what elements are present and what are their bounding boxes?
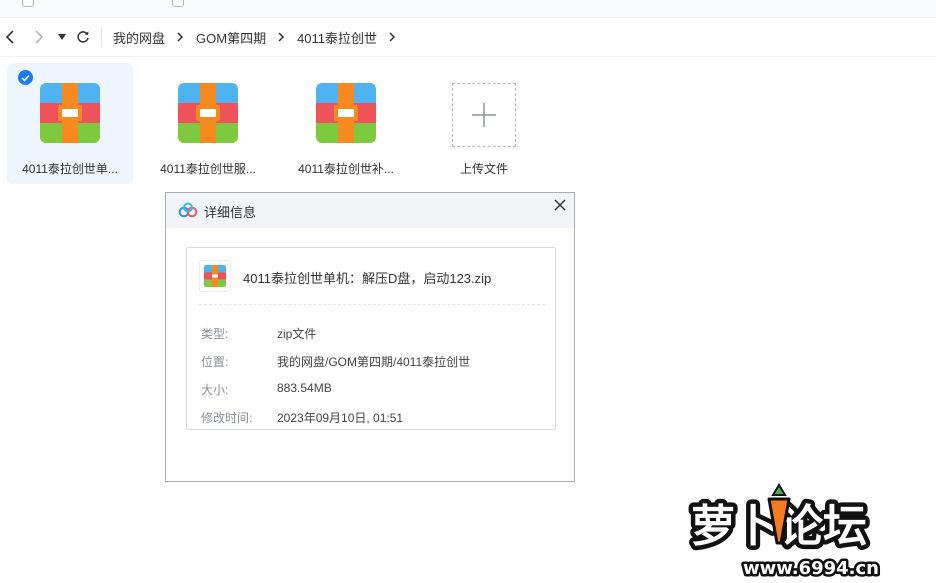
details-dialog: 详细信息 4011泰拉创世单机：解压D盘，启动123.zip 类型: zip文件	[165, 192, 575, 482]
dialog-title: 详细信息	[204, 205, 257, 220]
cloud-logo-icon	[178, 202, 198, 218]
plus-icon	[472, 103, 496, 127]
caret-down-icon	[58, 34, 66, 40]
divider	[199, 304, 545, 305]
breadcrumb-item-root[interactable]: 我的网盘	[113, 28, 165, 47]
file-name: 4011泰拉创世补...	[298, 162, 394, 176]
toolbar-icon-stub	[172, 0, 184, 7]
close-button[interactable]	[551, 196, 569, 214]
forward-button[interactable]	[29, 27, 49, 47]
upload-label: 上传文件	[459, 162, 508, 176]
breadcrumb: 我的网盘 GOM第四期 4011泰拉创世	[113, 28, 408, 46]
file-card[interactable]: 4011泰拉创世补...	[283, 63, 409, 184]
chevron-right-icon	[278, 32, 285, 42]
nav-divider	[101, 28, 102, 46]
file-thumbnail	[199, 260, 231, 292]
info-label: 修改时间:	[201, 411, 253, 425]
info-label: 位置:	[201, 355, 229, 369]
toolbar-icon-stub	[22, 0, 34, 7]
info-value: zip文件	[277, 327, 317, 341]
file-card[interactable]: 4011泰拉创世服...	[145, 63, 271, 184]
breadcrumb-item-folder[interactable]: GOM第四期	[196, 28, 266, 47]
archive-icon	[40, 83, 100, 143]
back-button[interactable]	[0, 27, 20, 47]
svg-text:www.6994.cn: www.6994.cn	[743, 558, 879, 579]
detail-filename: 4011泰拉创世单机：解压D盘，启动123.zip	[243, 271, 492, 286]
top-toolbar-strip	[0, 0, 936, 18]
info-value: 2023年09月10日, 01:51	[277, 411, 404, 425]
archive-icon	[178, 83, 238, 143]
refresh-button[interactable]	[73, 27, 93, 47]
info-label: 类型:	[201, 327, 229, 341]
archive-icon	[316, 83, 376, 143]
navigation-bar: 我的网盘 GOM第四期 4011泰拉创世	[0, 18, 936, 57]
chevron-left-icon	[5, 30, 14, 44]
breadcrumb-item-current[interactable]: 4011泰拉创世	[297, 28, 377, 47]
watermark-logo: 萝卜论坛 萝卜论坛 www.6994.cn www.6994.cn	[687, 483, 882, 581]
upload-button[interactable]	[452, 83, 516, 147]
chevron-right-icon	[389, 32, 396, 42]
details-panel: 4011泰拉创世单机：解压D盘，启动123.zip 类型: zip文件 位置: …	[186, 247, 556, 430]
dialog-header: 详细信息	[166, 193, 574, 228]
file-name: 4011泰拉创世服...	[160, 162, 256, 176]
info-value: 883.54MB	[277, 381, 332, 395]
info-value: 我的网盘/GOM第四期/4011泰拉创世	[277, 355, 471, 369]
file-card[interactable]: 4011泰拉创世单...	[7, 63, 133, 184]
info-label: 大小:	[201, 383, 229, 397]
chevron-right-icon	[35, 30, 44, 44]
refresh-icon	[77, 31, 89, 43]
archive-icon	[204, 265, 226, 287]
close-icon	[554, 199, 566, 211]
chevron-right-icon	[177, 32, 184, 42]
file-name: 4011泰拉创世单...	[22, 162, 118, 176]
history-dropdown-button[interactable]	[52, 27, 72, 47]
checkmark-icon[interactable]	[18, 70, 33, 85]
